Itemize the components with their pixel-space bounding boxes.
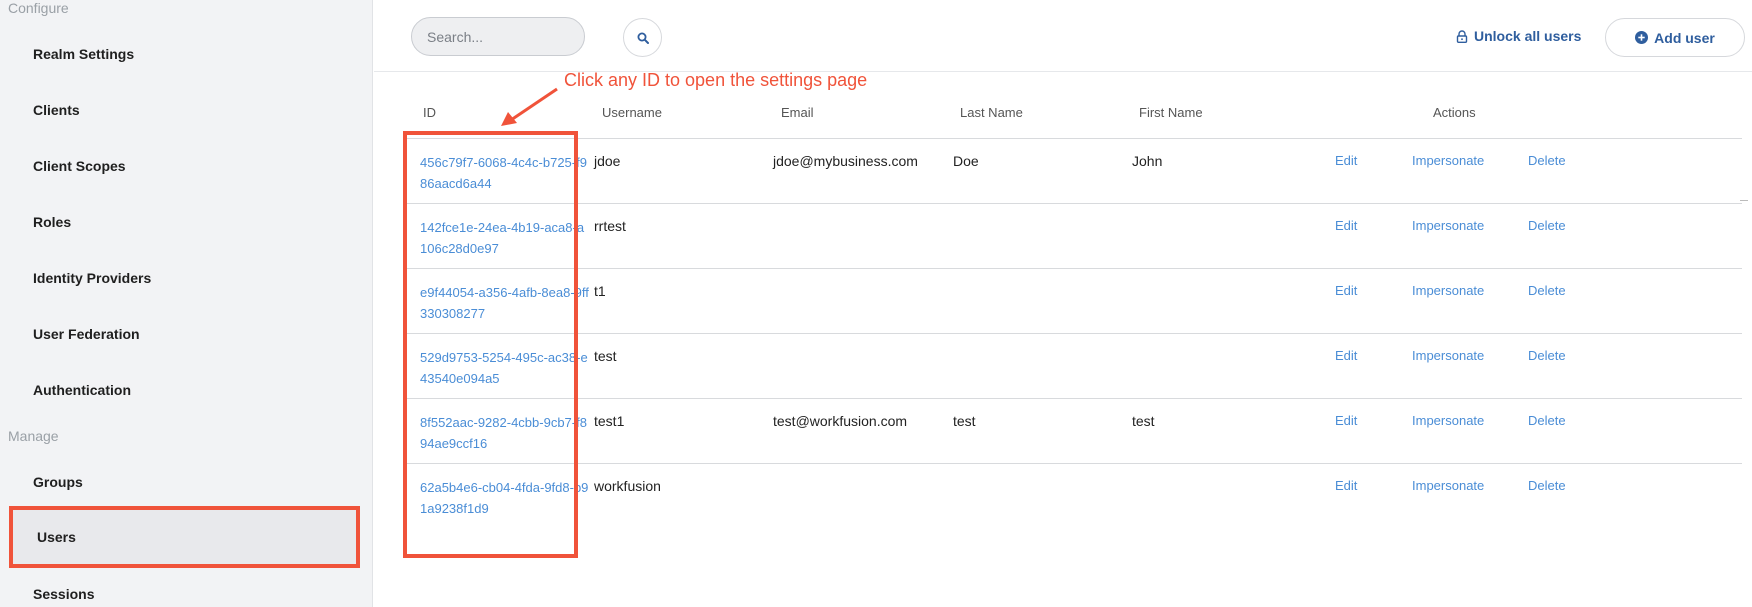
sidebar-item-client-scopes[interactable]: Client Scopes xyxy=(0,138,373,194)
first-name-cell: John xyxy=(1132,153,1163,169)
table-row: 8f552aac-9282-4cbb-9cb7-f894ae9ccf16 tes… xyxy=(404,399,1742,464)
user-id-link[interactable]: 62a5b4e6-cb04-4fda-9fd8-b91a9238f1d9 xyxy=(420,477,590,519)
sidebar-item-users[interactable]: Users xyxy=(9,506,360,568)
delete-link[interactable]: Delete xyxy=(1528,283,1566,298)
search-icon xyxy=(637,32,649,44)
username-cell: workfusion xyxy=(594,478,661,494)
last-name-cell: Doe xyxy=(953,153,979,169)
column-header-username: Username xyxy=(602,105,662,120)
edit-link[interactable]: Edit xyxy=(1335,348,1357,363)
section-label-configure: Configure xyxy=(8,0,69,16)
scroll-indicator xyxy=(1740,200,1748,201)
email-cell: test@workfusion.com xyxy=(773,413,908,429)
edit-link[interactable]: Edit xyxy=(1335,413,1357,428)
table-row: 62a5b4e6-cb04-4fda-9fd8-b91a9238f1d9 wor… xyxy=(404,464,1742,544)
impersonate-link[interactable]: Impersonate xyxy=(1412,478,1484,493)
impersonate-link[interactable]: Impersonate xyxy=(1412,413,1484,428)
impersonate-link[interactable]: Impersonate xyxy=(1412,153,1484,168)
edit-link[interactable]: Edit xyxy=(1335,153,1357,168)
delete-link[interactable]: Delete xyxy=(1528,348,1566,363)
user-id-link[interactable]: 456c79f7-6068-4c4c-b725-f986aacd6a44 xyxy=(420,152,590,194)
delete-link[interactable]: Delete xyxy=(1528,153,1566,168)
email-cell: jdoe@mybusiness.com xyxy=(773,153,918,169)
username-cell: t1 xyxy=(594,283,606,299)
username-cell: rrtest xyxy=(594,218,626,234)
sidebar-item-sessions[interactable]: Sessions xyxy=(0,566,373,607)
main-content: Unlock all users Add user Click any ID t… xyxy=(374,0,1752,607)
section-label-manage: Manage xyxy=(8,428,59,444)
sidebar-item-clients[interactable]: Clients xyxy=(0,82,373,138)
impersonate-link[interactable]: Impersonate xyxy=(1412,348,1484,363)
user-id-link[interactable]: 8f552aac-9282-4cbb-9cb7-f894ae9ccf16 xyxy=(420,412,590,454)
lock-icon xyxy=(1456,29,1468,43)
table-row: 529d9753-5254-495c-ac38-e43540e094a5 tes… xyxy=(404,334,1742,399)
delete-link[interactable]: Delete xyxy=(1528,218,1566,233)
table-header: ID Username Email Last Name First Name A… xyxy=(404,98,1742,139)
username-cell: jdoe xyxy=(594,153,621,169)
add-user-label: Add user xyxy=(1654,29,1715,46)
delete-link[interactable]: Delete xyxy=(1528,413,1566,428)
sidebar-item-roles[interactable]: Roles xyxy=(0,194,373,250)
impersonate-link[interactable]: Impersonate xyxy=(1412,283,1484,298)
first-name-cell: test xyxy=(1132,413,1155,429)
edit-link[interactable]: Edit xyxy=(1335,218,1357,233)
sidebar: Configure Realm Settings Clients Client … xyxy=(0,0,373,607)
column-header-last-name: Last Name xyxy=(960,105,1023,120)
delete-link[interactable]: Delete xyxy=(1528,478,1566,493)
add-user-button[interactable]: Add user xyxy=(1605,18,1745,57)
user-id-link[interactable]: e9f44054-a356-4afb-8ea8-9ff330308277 xyxy=(420,282,590,324)
sidebar-item-authentication[interactable]: Authentication xyxy=(0,362,373,418)
table-row: 142fce1e-24ea-4b19-aca8-a106c28d0e97 rrt… xyxy=(404,204,1742,269)
column-header-actions: Actions xyxy=(1433,105,1476,120)
column-header-first-name: First Name xyxy=(1139,105,1203,120)
unlock-all-users-button[interactable]: Unlock all users xyxy=(1456,24,1581,48)
username-cell: test1 xyxy=(594,413,625,429)
user-id-link[interactable]: 529d9753-5254-495c-ac38-e43540e094a5 xyxy=(420,347,590,389)
sidebar-item-user-federation[interactable]: User Federation xyxy=(0,306,373,362)
column-header-id: ID xyxy=(423,105,436,120)
plus-circle-icon xyxy=(1635,31,1649,44)
user-id-link[interactable]: 142fce1e-24ea-4b19-aca8-a106c28d0e97 xyxy=(420,217,590,259)
table-row: e9f44054-a356-4afb-8ea8-9ff330308277 t1 … xyxy=(404,269,1742,334)
table-row: 456c79f7-6068-4c4c-b725-f986aacd6a44 jdo… xyxy=(404,139,1742,204)
column-header-email: Email xyxy=(781,105,814,120)
sidebar-item-identity-providers[interactable]: Identity Providers xyxy=(0,250,373,306)
unlock-all-users-label: Unlock all users xyxy=(1474,28,1582,44)
search-input[interactable] xyxy=(411,17,585,56)
users-table: ID Username Email Last Name First Name A… xyxy=(404,98,1742,544)
toolbar: Unlock all users Add user xyxy=(374,0,1752,72)
edit-link[interactable]: Edit xyxy=(1335,478,1357,493)
edit-link[interactable]: Edit xyxy=(1335,283,1357,298)
annotation-text: Click any ID to open the settings page xyxy=(564,70,868,90)
sidebar-item-groups[interactable]: Groups xyxy=(0,454,373,510)
username-cell: test xyxy=(594,348,617,364)
sidebar-item-realm-settings[interactable]: Realm Settings xyxy=(0,26,373,82)
impersonate-link[interactable]: Impersonate xyxy=(1412,218,1484,233)
search-button[interactable] xyxy=(623,18,662,57)
last-name-cell: test xyxy=(953,413,976,429)
